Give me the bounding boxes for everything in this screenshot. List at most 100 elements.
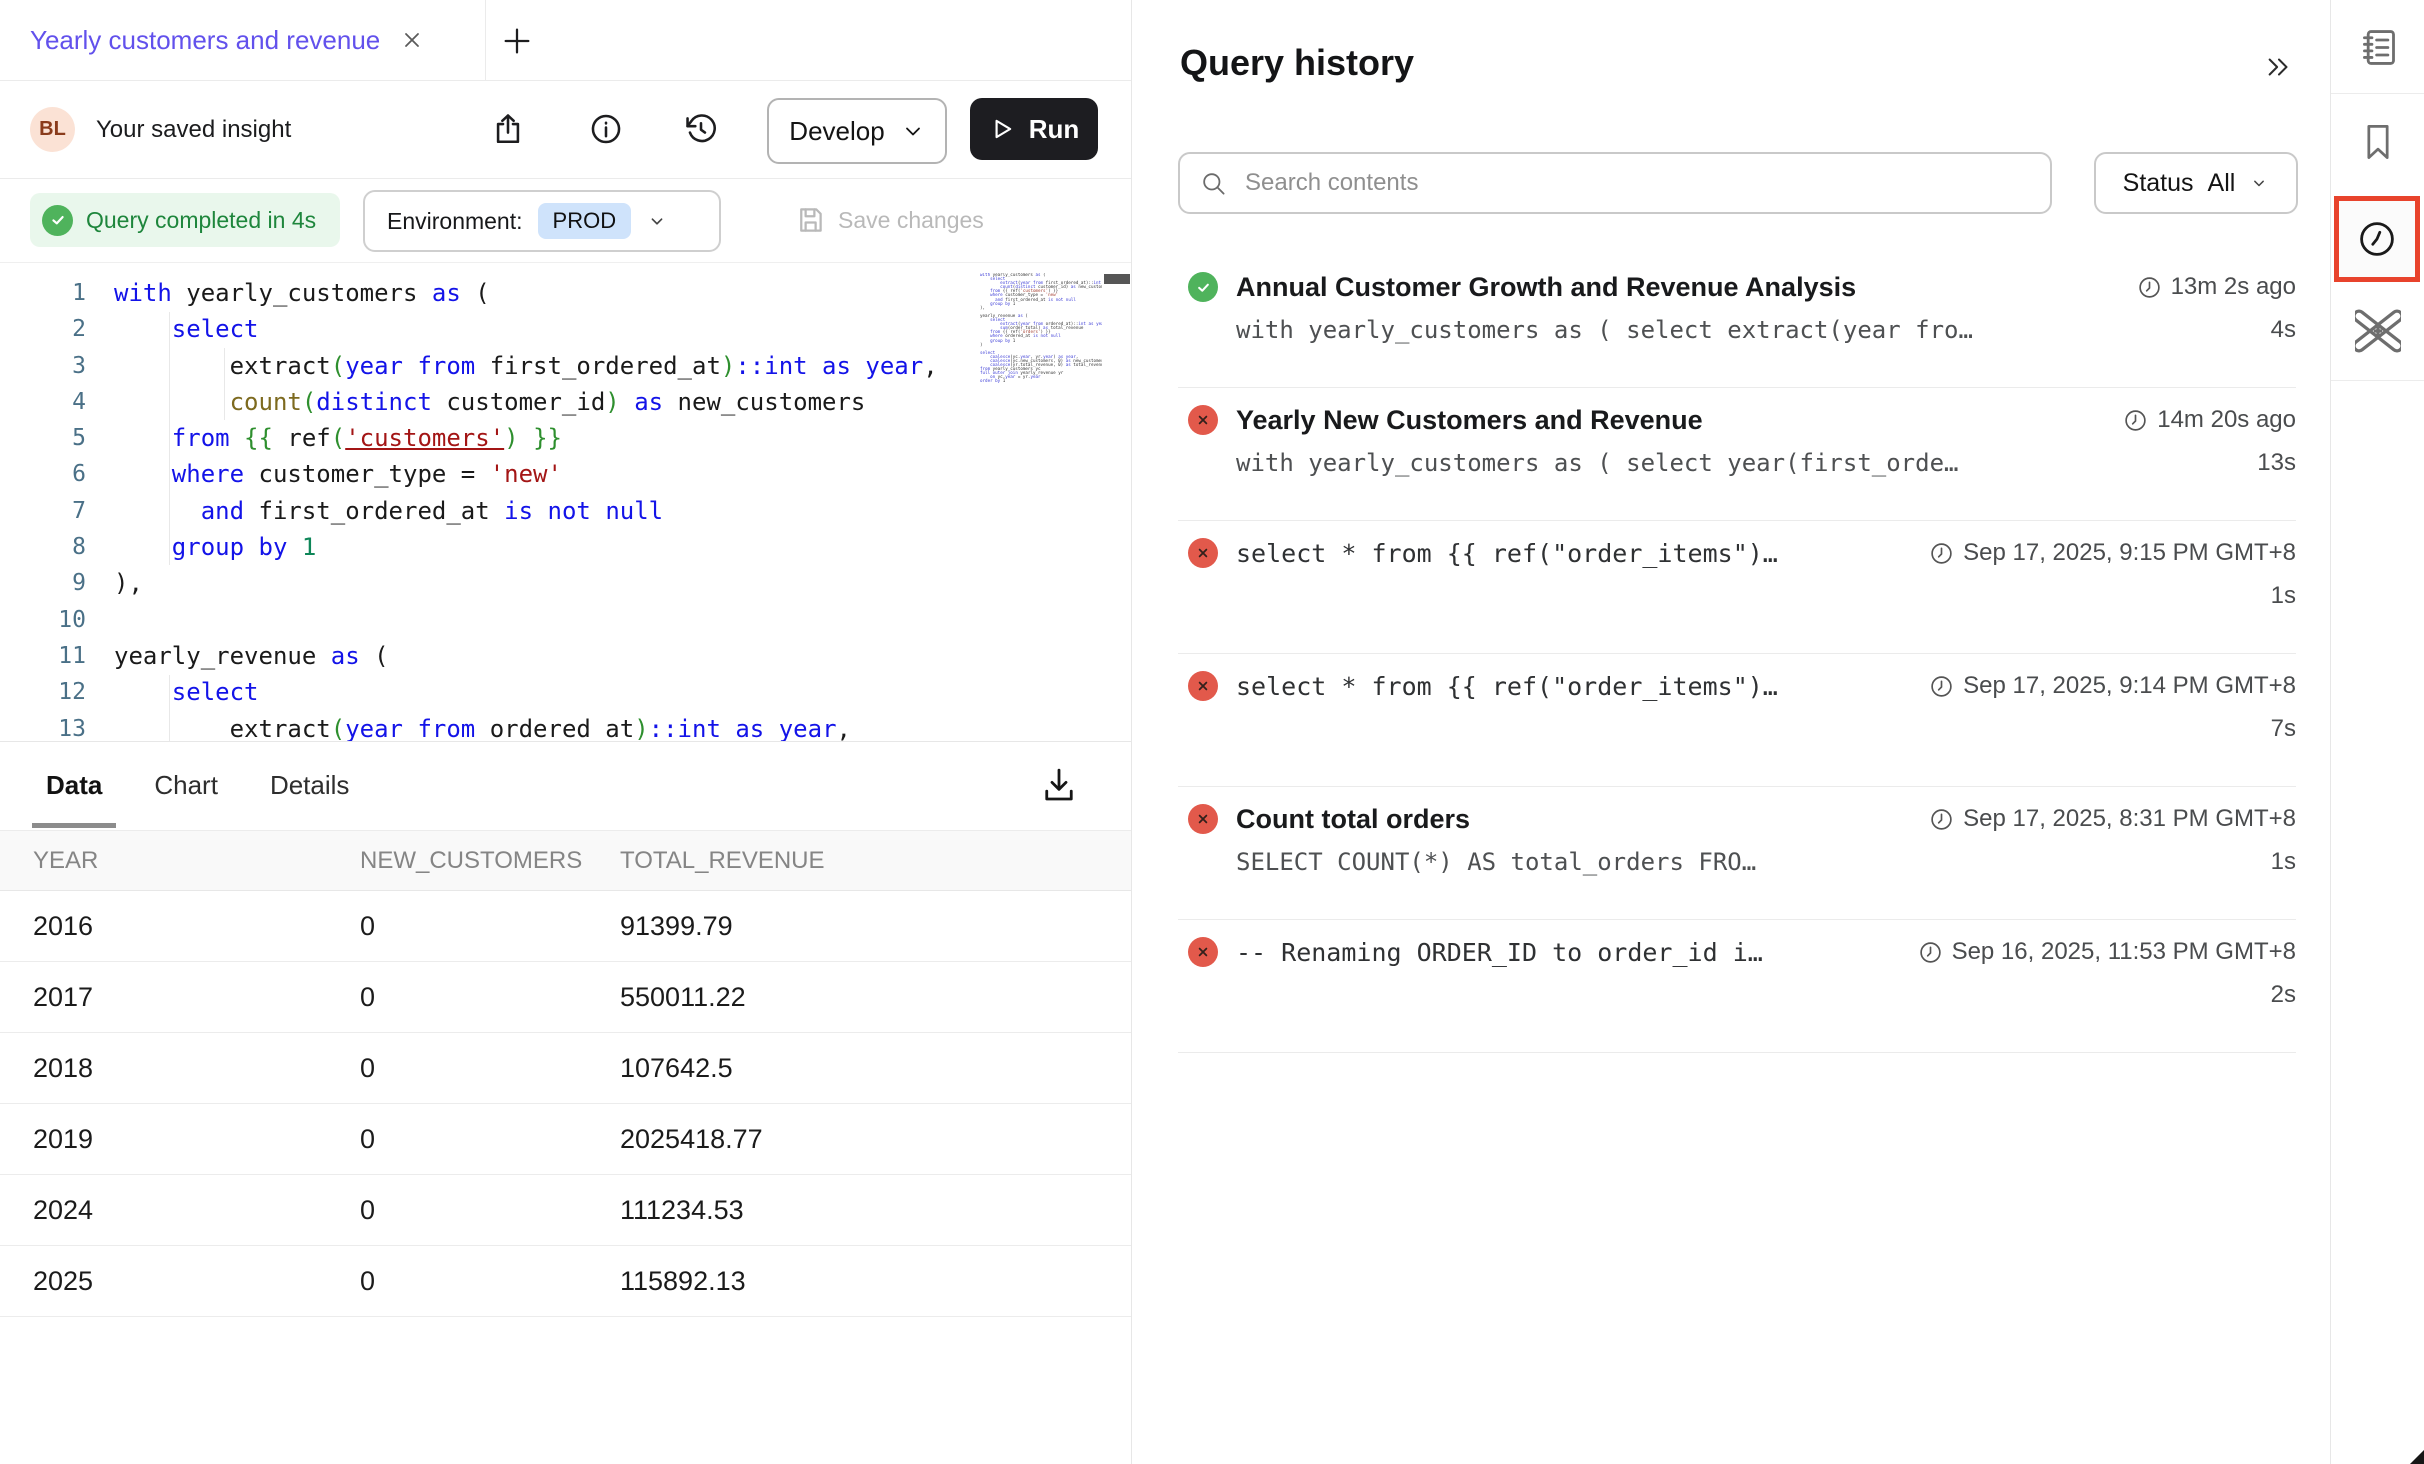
- table-cell: 0: [360, 982, 620, 1013]
- status-filter-dropdown[interactable]: Status All: [2094, 152, 2298, 214]
- results-table: YEAR NEW_CUSTOMERS TOTAL_REVENUE 2016091…: [0, 830, 1131, 1317]
- history-item-title: -- Renaming ORDER_ID to order_id i…: [1236, 938, 1898, 967]
- code-text: from {{ ref('customers') }}: [114, 420, 562, 456]
- column-header-new-customers[interactable]: NEW_CUSTOMERS: [360, 847, 620, 875]
- history-item-duration: 1s: [2271, 848, 2296, 876]
- table-cell: 0: [360, 1266, 620, 1297]
- history-item-duration: 1s: [2271, 582, 2296, 610]
- table-row[interactable]: 201902025418.77: [0, 1104, 1131, 1175]
- check-circle-icon: [42, 205, 73, 236]
- table-row[interactable]: 20250115892.13: [0, 1246, 1131, 1317]
- code-line[interactable]: 7 and first_ordered_at is not null: [0, 493, 980, 529]
- history-list: Annual Customer Growth and Revenue Analy…: [1178, 255, 2296, 1053]
- history-item-snippet: with yearly_customers as ( select year(f…: [1236, 449, 2237, 477]
- code-line[interactable]: 1 with yearly_customers as (: [0, 275, 980, 311]
- save-icon: [795, 205, 825, 235]
- environment-value: PROD: [538, 203, 632, 239]
- history-item[interactable]: select * from {{ ref("order_items")…Sep …: [1178, 654, 2296, 787]
- code-line[interactable]: 11yearly_revenue as (: [0, 638, 980, 674]
- close-tab-icon[interactable]: [400, 28, 424, 52]
- column-header-total-revenue[interactable]: TOTAL_REVENUE: [620, 847, 1131, 875]
- code-line[interactable]: 4 count(distinct customer_id) as new_cus…: [0, 384, 980, 420]
- line-number: 1: [0, 275, 86, 311]
- line-number: 2: [0, 311, 86, 347]
- info-icon[interactable]: [589, 112, 623, 146]
- sparkle-icon[interactable]: [2331, 308, 2424, 354]
- sql-editor[interactable]: 1with yearly_customers as (2 select3 ext…: [0, 262, 1131, 742]
- code-line[interactable]: 12 select: [0, 674, 980, 710]
- code-line[interactable]: 5 from {{ ref('customers') }}: [0, 420, 980, 456]
- line-number: 4: [0, 384, 86, 420]
- search-input[interactable]: [1243, 168, 2030, 198]
- history-item-snippet: with yearly_customers as ( select extrac…: [1236, 316, 2251, 344]
- new-tab-button[interactable]: [500, 24, 534, 58]
- line-number: 11: [0, 638, 86, 674]
- version-history-icon[interactable]: [684, 112, 718, 146]
- code-text: extract(year from ordered_at)::int as ye…: [114, 711, 851, 742]
- develop-dropdown[interactable]: Develop: [767, 98, 947, 164]
- table-cell: 0: [360, 911, 620, 942]
- bookmark-icon[interactable]: [2331, 120, 2424, 164]
- tab-data[interactable]: Data: [32, 741, 116, 830]
- table-row[interactable]: 2016091399.79: [0, 891, 1131, 962]
- resize-handle[interactable]: [2410, 1450, 2424, 1464]
- code-line[interactable]: 13 extract(year from ordered_at)::int as…: [0, 711, 980, 742]
- code-line[interactable]: 3 extract(year from first_ordered_at)::i…: [0, 348, 980, 384]
- status-filter-value: All: [2208, 169, 2236, 198]
- app-window: Yearly customers and revenue BL Your sav…: [0, 0, 2424, 1464]
- environment-select[interactable]: Environment: PROD: [363, 190, 721, 252]
- code-line[interactable]: 8 group by 1: [0, 529, 980, 565]
- history-item[interactable]: select * from {{ ref("order_items")…Sep …: [1178, 521, 2296, 654]
- tab-title[interactable]: Yearly customers and revenue: [30, 25, 380, 56]
- table-cell: 2025: [0, 1266, 360, 1297]
- code-line[interactable]: 9),: [0, 565, 980, 601]
- x-circle-icon: [1188, 538, 1218, 568]
- indent-guide: [169, 675, 170, 741]
- tab-details[interactable]: Details: [256, 741, 363, 830]
- history-item-time: Sep 17, 2025, 8:31 PM GMT+8: [1929, 805, 2296, 833]
- run-button[interactable]: Run: [970, 98, 1098, 160]
- code-line[interactable]: 2 select: [0, 311, 980, 347]
- panel-title: Query history: [1180, 42, 1414, 84]
- insight-toolbar: BL Your saved insight Develop Run: [0, 81, 1131, 179]
- column-header-year[interactable]: YEAR: [0, 847, 360, 875]
- tab-yearly-customers[interactable]: Yearly customers and revenue: [30, 0, 424, 80]
- query-history-tool-button[interactable]: [2334, 196, 2420, 282]
- share-icon[interactable]: [491, 112, 525, 146]
- history-item[interactable]: Annual Customer Growth and Revenue Analy…: [1178, 255, 2296, 388]
- history-item[interactable]: -- Renaming ORDER_ID to order_id i…Sep 1…: [1178, 920, 2296, 1053]
- x-circle-icon: [1188, 671, 1218, 701]
- develop-label: Develop: [789, 116, 884, 147]
- chevron-down-icon: [646, 210, 668, 232]
- table-row[interactable]: 20240111234.53: [0, 1175, 1131, 1246]
- code-lines[interactable]: 1with yearly_customers as (2 select3 ext…: [0, 275, 980, 742]
- table-cell: 115892.13: [620, 1266, 1131, 1297]
- editor-scrollbar-thumb[interactable]: [1104, 274, 1130, 284]
- indent-guide: [224, 348, 225, 420]
- editor-minimap[interactable]: with yearly_customers as ( select extrac…: [980, 273, 1102, 731]
- history-item[interactable]: Count total ordersSep 17, 2025, 8:31 PM …: [1178, 787, 2296, 920]
- table-cell: 0: [360, 1124, 620, 1155]
- tab-chart[interactable]: Chart: [140, 741, 232, 830]
- table-row[interactable]: 20180107642.5: [0, 1033, 1131, 1104]
- clock-history-icon: [2356, 218, 2398, 260]
- line-number: 7: [0, 493, 86, 529]
- x-circle-icon: [1188, 937, 1218, 967]
- query-history-panel: Query history Status All Annual Customer…: [1132, 0, 2330, 1464]
- code-line[interactable]: 6 where customer_type = 'new': [0, 456, 980, 492]
- notebook-icon[interactable]: [2331, 25, 2424, 70]
- history-item-time: Sep 17, 2025, 9:15 PM GMT+8: [1929, 539, 2296, 567]
- code-text: select: [114, 674, 259, 710]
- line-number: 8: [0, 529, 86, 565]
- download-icon[interactable]: [1038, 764, 1080, 806]
- table-body: 2016091399.7920170550011.2220180107642.5…: [0, 891, 1131, 1317]
- collapse-panel-icon[interactable]: [2264, 52, 2294, 82]
- code-line[interactable]: 10: [0, 602, 980, 638]
- history-item-duration: 7s: [2271, 715, 2296, 743]
- owner-label: Your saved insight: [96, 81, 291, 178]
- table-row[interactable]: 20170550011.22: [0, 962, 1131, 1033]
- history-item[interactable]: Yearly New Customers and Revenue14m 20s …: [1178, 388, 2296, 521]
- save-changes-button[interactable]: Save changes: [795, 178, 984, 262]
- code-text: with yearly_customers as (: [114, 275, 490, 311]
- search-box[interactable]: [1178, 152, 2052, 214]
